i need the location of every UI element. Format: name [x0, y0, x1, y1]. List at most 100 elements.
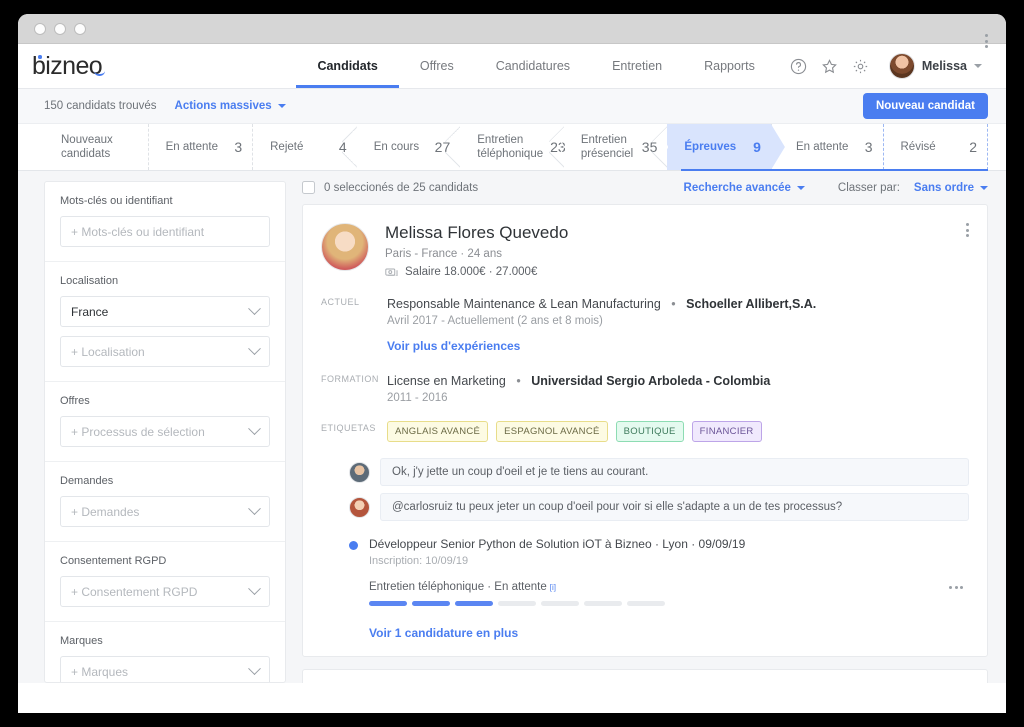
brands-select[interactable]: + Marques [60, 656, 270, 682]
user-menu[interactable]: Melissa [883, 53, 982, 79]
candidate-card: Melissa Flores Quevedo Paris - France · … [302, 204, 988, 658]
chevron-down-icon [248, 422, 261, 436]
current-position-line: Responsable Maintenance & Lean Manufactu… [387, 295, 969, 313]
status-dot-icon [349, 541, 358, 551]
candidate-name[interactable]: Melissa Flores Quevedo [385, 223, 568, 243]
comment-text[interactable]: Ok, j'y jette un coup d'oeil et je te ti… [380, 458, 969, 487]
application-title[interactable]: Développeur Senior Python de Solution iO… [369, 537, 969, 551]
stage-tab-sub-revise[interactable]: Révisé 2 [884, 124, 989, 170]
separator-dot: • [671, 297, 676, 311]
education-title: License en Marketing [387, 374, 506, 389]
stage-tab-epreuves[interactable]: Épreuves 9 [667, 124, 772, 170]
window-minimize-button[interactable] [54, 22, 66, 35]
stage-tab-rejete[interactable]: Rejeté 4 [253, 123, 357, 171]
filter-group-offers: Offres + Processus de sélection [45, 382, 285, 462]
stage-tab-sub-en-attente[interactable]: En attente 3 [772, 124, 884, 170]
selection-process-select[interactable]: + Processus de sélection [60, 416, 270, 447]
stage-tab-en-cours[interactable]: En cours 27 [357, 123, 461, 171]
current-position-dates: Avril 2017 - Actuellement (2 ans et 8 mo… [387, 315, 603, 328]
candidate-menu-button[interactable] [962, 219, 973, 241]
stage-label: En attente [165, 140, 218, 153]
logo-dot-icon [38, 55, 42, 59]
chevron-down-icon [248, 582, 261, 596]
browser-window: bizneo Candidats Offres Candidatures Ent… [18, 14, 1006, 713]
nav-item-candidatures[interactable]: Candidatures [475, 44, 591, 88]
advanced-search-dropdown[interactable]: Recherche avancée [684, 182, 805, 194]
stage-tab-en-attente[interactable]: En attente 3 [149, 124, 254, 170]
more-applications-link[interactable]: Voir 1 candidature en plus [369, 626, 518, 640]
chevron-down-icon [980, 185, 988, 190]
nav-item-entretien[interactable]: Entretien [591, 44, 683, 88]
stage-label: Entretien téléphonique [477, 133, 544, 160]
sort-label: Classer par: [837, 181, 900, 194]
stage-label: Rejeté [270, 140, 304, 153]
requests-select[interactable]: + Demandes [60, 496, 270, 527]
filter-group-requests: Demandes + Demandes [45, 462, 285, 542]
window-maximize-button[interactable] [74, 22, 86, 35]
comment-item: @carlosruiz tu peux jeter un coup d'oeil… [349, 493, 969, 522]
input-placeholder: + Marques [71, 664, 129, 679]
filter-label: Demandes [60, 475, 114, 487]
stage-label: En cours [373, 140, 420, 153]
location-input[interactable]: + Localisation [60, 336, 270, 367]
window-close-button[interactable] [34, 22, 46, 35]
new-candidate-button[interactable]: Nouveau candidat [862, 93, 988, 119]
stage-tab-nouveaux-candidats[interactable]: Nouveaux candidats [44, 124, 149, 170]
select-all-checkbox[interactable] [302, 181, 315, 194]
nav-links: Candidats Offres Candidatures Entretien … [296, 44, 775, 88]
help-circle-icon[interactable] [790, 58, 807, 75]
active-stage-underline [681, 169, 988, 171]
stage-tab-entretien-presenciel[interactable]: Entretien présenciel 35 [564, 123, 668, 171]
nav-item-offres[interactable]: Offres [399, 44, 475, 88]
tag-financier[interactable]: FINANCIER [691, 421, 762, 443]
sort-dropdown[interactable]: Sans ordre [914, 182, 988, 194]
education-line: License en Marketing • Universidad Sergi… [387, 372, 969, 390]
education-school: Universidad Sergio Arboleda - Colombia [531, 374, 771, 389]
status-info-icon[interactable]: [i] [550, 583, 556, 592]
gdpr-consent-select[interactable]: + Consentement RGPD [60, 576, 270, 607]
filter-group-keywords: Mots-clés ou identifiant + Mots-clés ou … [45, 182, 285, 262]
bizneo-logo[interactable]: bizneo [32, 44, 105, 88]
tags-row: ETIQUETAS ANGLAIS AVANCÉ ESPAGNOL AVANCÉ… [321, 421, 969, 443]
input-placeholder: + Localisation [71, 344, 145, 359]
current-position-row: ACTUEL Responsable Maintenance & Lean Ma… [321, 295, 969, 355]
salary-text: Salaire 18.000€ · 27.000€ [405, 266, 538, 278]
application-menu-button[interactable] [949, 585, 969, 589]
comment-avatar [349, 461, 370, 483]
candidates-found-count: 150 candidats trouvés [44, 100, 157, 112]
tag-anglais-avance[interactable]: ANGLAIS AVANCÉ [387, 421, 489, 443]
window-titlebar [18, 14, 1006, 44]
keywords-input[interactable]: + Mots-clés ou identifiant [60, 216, 270, 247]
candidate-avatar [321, 223, 369, 271]
more-experience-link[interactable]: Voir plus d'expériences [387, 339, 520, 353]
tag-boutique[interactable]: BOUTIQUE [615, 421, 684, 443]
comment-avatar [349, 496, 370, 518]
application-status: Entretien téléphonique · En attente [369, 581, 547, 594]
user-name: Melissa [921, 59, 967, 73]
nav-label: Candidatures [495, 59, 571, 73]
selection-count: 0 seleccionés de 25 candidats [324, 181, 479, 194]
progress-segment [369, 601, 407, 607]
gear-icon[interactable] [852, 58, 869, 75]
application-progress [369, 601, 969, 607]
nav-item-candidats[interactable]: Candidats [296, 44, 400, 88]
current-position-key: ACTUEL [321, 297, 360, 307]
location-country-select[interactable]: France [60, 296, 270, 327]
education-dates: 2011 - 2016 [387, 392, 448, 405]
star-icon[interactable] [821, 58, 838, 75]
nav-item-rapports[interactable]: Rapports [683, 44, 776, 88]
education-value: License en Marketing • Universidad Sergi… [387, 372, 969, 404]
current-position-title: Responsable Maintenance & Lean Manufactu… [387, 297, 661, 311]
stage-label: Épreuves [684, 140, 737, 153]
comment-text[interactable]: @carlosruiz tu peux jeter un coup d'oeil… [380, 493, 969, 522]
mass-actions-dropdown[interactable]: Actions massives [175, 100, 286, 112]
input-placeholder: + Consentement RGPD [71, 584, 198, 599]
page-body: Mots-clés ou identifiant + Mots-clés ou … [18, 34, 1006, 683]
progress-segment [498, 601, 536, 607]
separator-dot: • [516, 374, 521, 389]
nav-label: Candidats [317, 59, 378, 73]
tag-espagnol-avance[interactable]: ESPAGNOL AVANCÉ [496, 421, 608, 443]
screen: bizneo Candidats Offres Candidatures Ent… [0, 0, 1024, 727]
stage-tab-entretien-telephonique[interactable]: Entretien téléphonique 23 [460, 123, 566, 171]
stage-tabs: Nouveaux candidats En attente 3 Rejeté 4… [18, 123, 1006, 171]
